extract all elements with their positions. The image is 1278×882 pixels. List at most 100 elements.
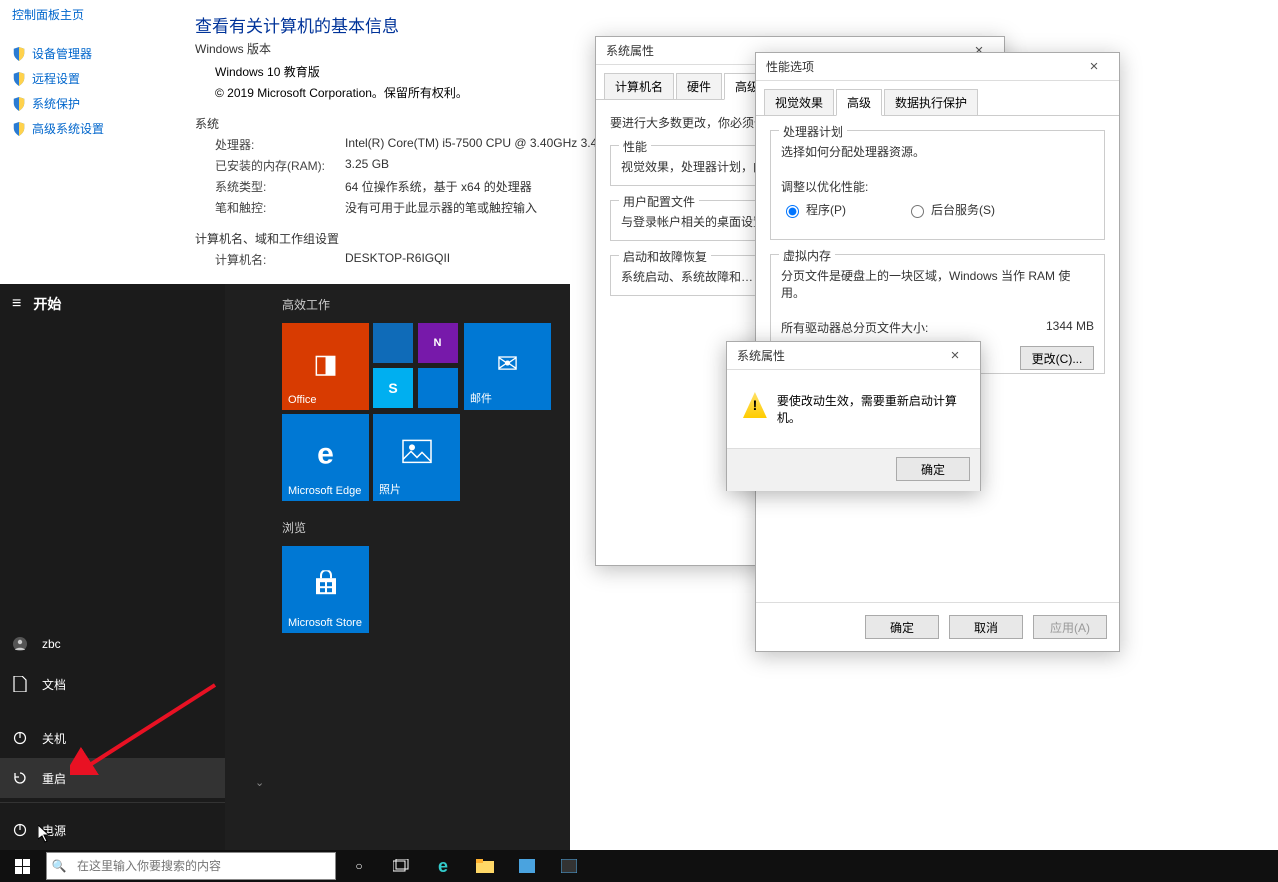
taskbar-search[interactable]: 🔍: [46, 852, 336, 880]
tab-computer-name[interactable]: 计算机名: [604, 73, 674, 99]
sidebar-link-label: 系统保护: [32, 95, 80, 112]
ok-button[interactable]: 确定: [896, 457, 970, 481]
ok-button[interactable]: 确定: [865, 615, 939, 639]
systype-label: 系统类型:: [215, 178, 345, 195]
tile-small-1[interactable]: [373, 323, 413, 363]
vm-total-label: 所有驱动器总分页文件大小:: [781, 319, 928, 336]
startup-group-title: 启动和故障恢复: [619, 248, 711, 265]
task-view-icon[interactable]: [380, 850, 422, 882]
control-panel-sidebar: 控制面板主页 设备管理器 远程设置 系统保护 高级系统设置: [12, 6, 172, 145]
search-icon: 🔍: [47, 859, 71, 873]
close-icon[interactable]: ×: [940, 342, 970, 370]
sidebar-link-advanced[interactable]: 高级系统设置: [12, 120, 172, 137]
office-icon: ◨: [313, 348, 338, 379]
computer-name-label: 计算机名:: [215, 251, 345, 268]
tile-photos[interactable]: 照片: [373, 414, 460, 501]
skype-icon: S: [388, 380, 397, 396]
tile-mail[interactable]: ✉ 邮件: [464, 323, 551, 410]
chevron-down-icon[interactable]: ⌄: [255, 776, 264, 789]
photos-icon: [402, 439, 432, 470]
taskbar-app-1[interactable]: [506, 850, 548, 882]
start-header[interactable]: ≡ 开始: [0, 284, 225, 324]
dialog-title: 系统属性: [606, 37, 654, 65]
windows-logo-icon: [15, 859, 30, 874]
taskbar-app-2[interactable]: [548, 850, 590, 882]
start-button[interactable]: [0, 850, 44, 882]
vm-total-value: 1344 MB: [1046, 319, 1094, 336]
tab-advanced[interactable]: 高级: [836, 89, 882, 116]
tile-grid: N S: [373, 323, 460, 410]
control-panel-home-link[interactable]: 控制面板主页: [12, 6, 172, 23]
dialog-titlebar[interactable]: 系统属性 ×: [727, 342, 980, 370]
restart-confirm-dialog: 系统属性 × ! 要使改动生效，需要重新启动计算机。 确定: [726, 341, 981, 491]
warning-icon: !: [743, 392, 767, 418]
confirm-message: 要使改动生效，需要重新启动计算机。: [777, 392, 964, 426]
shield-icon: [12, 47, 26, 61]
tile-group-browse: 浏览: [282, 519, 558, 536]
tab-dep[interactable]: 数据执行保护: [884, 89, 978, 115]
change-button[interactable]: 更改(C)...: [1020, 346, 1094, 370]
processor-label: 处理器:: [215, 136, 345, 153]
page-title: 查看有关计算机的基本信息: [195, 12, 399, 37]
dialog-title: 性能选项: [766, 53, 814, 81]
sidebar-link-device-manager[interactable]: 设备管理器: [12, 45, 172, 62]
tile-small-4[interactable]: [418, 368, 458, 408]
restart-icon: [12, 770, 28, 786]
vm-group-title: 虚拟内存: [779, 247, 835, 264]
onenote-icon: N: [434, 337, 442, 349]
power-icon: [12, 730, 28, 746]
perf-tabs: 视觉效果 高级 数据执行保护: [756, 81, 1119, 116]
adjust-label: 调整以优化性能:: [781, 178, 1094, 195]
start-menu: ≡ 开始 zbc 文档 关机 重启 电源 ⌄ 高效工作: [0, 284, 570, 850]
vm-text: 分页文件是硬盘上的一块区域，Windows 当作 RAM 使用。: [781, 267, 1094, 301]
user-icon: [12, 636, 28, 652]
sidebar-link-label: 高级系统设置: [32, 120, 104, 137]
search-input[interactable]: [71, 859, 335, 873]
cancel-button[interactable]: 取消: [949, 615, 1023, 639]
user-name: zbc: [42, 637, 61, 651]
cortana-icon[interactable]: ○: [338, 850, 380, 882]
shutdown-item[interactable]: 关机: [0, 718, 225, 758]
tab-hardware[interactable]: 硬件: [676, 73, 722, 99]
edge-icon: e: [317, 437, 334, 471]
apply-button[interactable]: 应用(A): [1033, 615, 1107, 639]
sidebar-link-remote[interactable]: 远程设置: [12, 70, 172, 87]
dialog-titlebar[interactable]: 性能选项 ×: [756, 53, 1119, 81]
store-icon: [313, 570, 339, 603]
radio-programs[interactable]: 程序(P): [781, 201, 846, 218]
power-item[interactable]: 电源: [0, 810, 225, 850]
pen-label: 笔和触控:: [215, 199, 345, 216]
tile-skype[interactable]: S: [373, 368, 413, 408]
start-tiles-area: 高效工作 ◨ Office N S ✉ 邮件 e Microsoft Edge: [270, 284, 570, 850]
taskbar-edge[interactable]: e: [422, 850, 464, 882]
user-group-title: 用户配置文件: [619, 193, 699, 210]
shield-icon: [12, 72, 26, 86]
dialog-title: 系统属性: [737, 342, 785, 370]
close-icon[interactable]: ×: [1079, 53, 1109, 81]
start-menu-rail: ≡ 开始 zbc 文档 关机 重启 电源: [0, 284, 225, 850]
tile-onenote[interactable]: N: [418, 323, 458, 363]
start-title: 开始: [33, 284, 61, 324]
tile-office[interactable]: ◨ Office: [282, 323, 369, 410]
start-app-list: ⌄: [225, 284, 270, 850]
sidebar-link-label: 设备管理器: [32, 45, 92, 62]
documents-item[interactable]: 文档: [0, 664, 225, 704]
tab-visual-effects[interactable]: 视觉效果: [764, 89, 834, 115]
scheduler-group-title: 处理器计划: [779, 123, 847, 140]
scheduler-text: 选择如何分配处理器资源。: [781, 143, 1094, 160]
power-icon: [12, 822, 28, 838]
shield-icon: [12, 122, 26, 136]
tile-edge[interactable]: e Microsoft Edge: [282, 414, 369, 501]
sidebar-link-protection[interactable]: 系统保护: [12, 95, 172, 112]
tile-group-productivity: 高效工作: [282, 296, 558, 313]
ram-label: 已安装的内存(RAM):: [215, 157, 345, 174]
tile-store[interactable]: Microsoft Store: [282, 546, 369, 633]
taskbar-explorer[interactable]: [464, 850, 506, 882]
hamburger-icon[interactable]: ≡: [12, 284, 21, 324]
radio-background-services[interactable]: 后台服务(S): [906, 201, 995, 218]
restart-item[interactable]: 重启: [0, 758, 225, 798]
sidebar-link-label: 远程设置: [32, 70, 80, 87]
user-account-item[interactable]: zbc: [0, 624, 225, 664]
document-icon: [12, 676, 28, 692]
perf-group-title: 性能: [619, 138, 651, 155]
